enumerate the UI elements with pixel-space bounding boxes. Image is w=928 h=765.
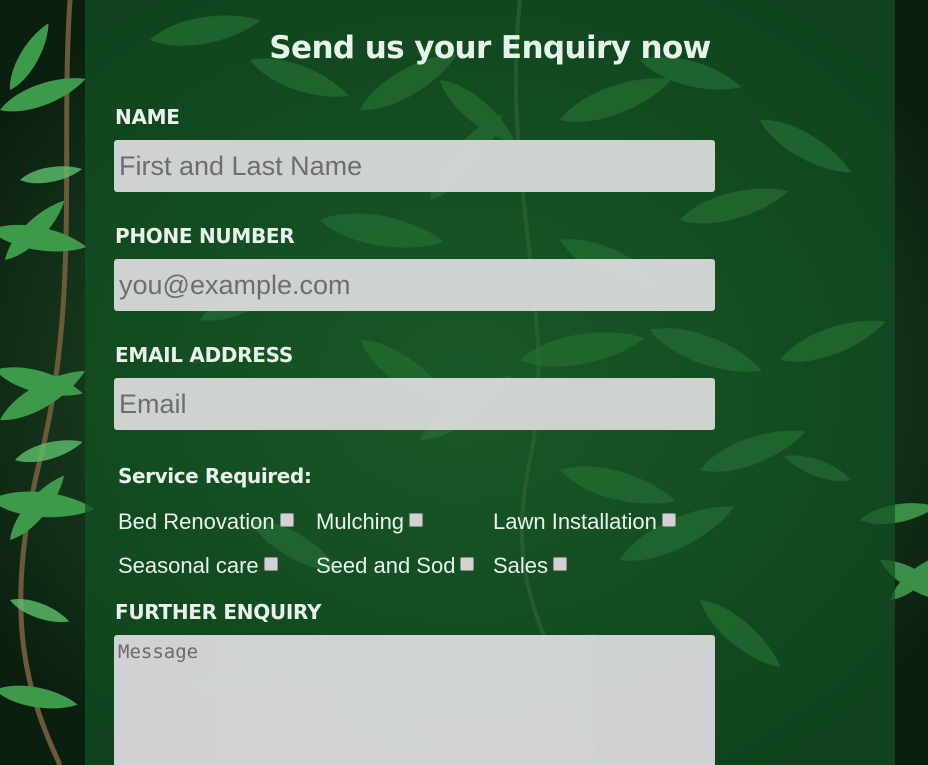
bed-renovation-checkbox[interactable] xyxy=(279,513,294,527)
service-option-label: Seed and Sod xyxy=(316,553,456,578)
service-option-label: Lawn Installation xyxy=(493,509,657,534)
mulching-checkbox[interactable] xyxy=(409,513,424,527)
service-option-seasonal-care[interactable]: Seasonal care xyxy=(118,553,278,579)
sales-checkbox[interactable] xyxy=(553,557,568,571)
service-required-label: Service Required: xyxy=(118,464,312,488)
service-option-sales[interactable]: Sales xyxy=(493,553,568,579)
email-input[interactable] xyxy=(114,378,715,430)
service-option-label: Seasonal care xyxy=(118,553,259,578)
lawn-installation-checkbox[interactable] xyxy=(661,513,676,527)
service-option-mulching[interactable]: Mulching xyxy=(316,509,424,535)
seasonal-care-checkbox[interactable] xyxy=(263,557,278,571)
service-option-label: Mulching xyxy=(316,509,405,534)
seed-and-sod-checkbox[interactable] xyxy=(460,557,475,571)
service-option-label: Bed Renovation xyxy=(118,509,275,534)
phone-label: PHONE NUMBER xyxy=(115,224,295,248)
name-input[interactable] xyxy=(114,140,715,192)
name-label: NAME xyxy=(115,105,180,129)
service-option-label: Sales xyxy=(493,553,549,578)
form-title: Send us your Enquiry now xyxy=(269,30,711,66)
service-option-bed-renovation[interactable]: Bed Renovation xyxy=(118,509,294,535)
message-textarea[interactable] xyxy=(114,635,715,765)
service-option-seed-and-sod[interactable]: Seed and Sod xyxy=(316,553,475,579)
further-enquiry-label: FURTHER ENQUIRY xyxy=(115,600,322,624)
email-label: EMAIL ADDRESS xyxy=(115,343,293,367)
service-option-lawn-installation[interactable]: Lawn Installation xyxy=(493,509,676,535)
phone-input[interactable] xyxy=(114,259,715,311)
